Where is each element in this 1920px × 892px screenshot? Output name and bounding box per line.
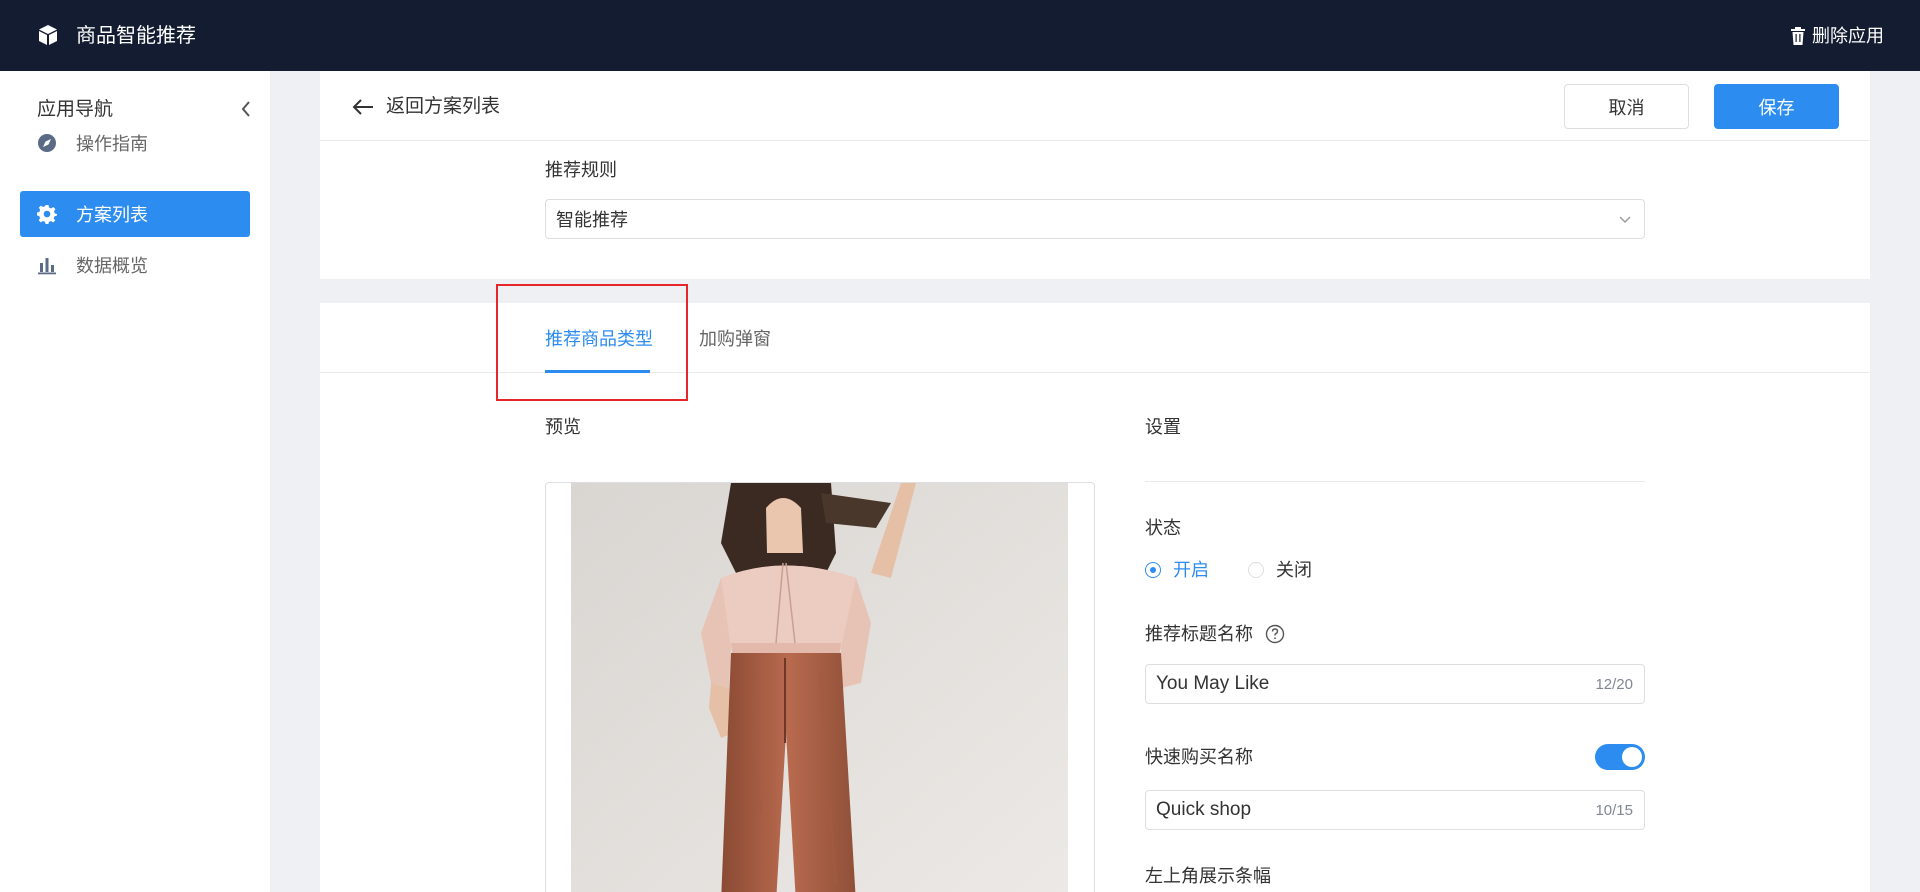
quick-buy-value: Quick shop xyxy=(1156,799,1252,820)
arrow-left-icon xyxy=(352,99,373,115)
radio-unchecked-icon xyxy=(1248,562,1264,578)
help-circle-icon[interactable] xyxy=(1265,624,1285,644)
recommend-rule-label: 推荐规则 xyxy=(545,160,617,180)
settings-label: 设置 xyxy=(1145,417,1181,437)
back-label: 返回方案列表 xyxy=(386,96,501,117)
header-card: 返回方案列表 取消 保存 推荐规则 智能推荐 xyxy=(320,71,1870,279)
sidebar-item-label: 操作指南 xyxy=(76,134,148,154)
state-off-radio[interactable]: 关闭 xyxy=(1248,557,1312,583)
delete-app-label: 删除应用 xyxy=(1812,26,1884,46)
cancel-button[interactable]: 取消 xyxy=(1564,84,1689,129)
radio-checked-icon xyxy=(1145,562,1161,578)
preview-frame xyxy=(545,482,1095,892)
back-to-plan-list-link[interactable]: 返回方案列表 xyxy=(352,93,500,121)
quick-buy-toggle[interactable] xyxy=(1595,744,1645,770)
delete-app-button[interactable]: 删除应用 xyxy=(1790,22,1884,50)
app-title: 商品智能推荐 xyxy=(76,25,196,47)
trash-icon xyxy=(1791,27,1805,45)
sidebar-item-guide[interactable]: 操作指南 xyxy=(20,120,250,166)
preview-label: 预览 xyxy=(545,417,581,437)
quick-buy-count: 10/15 xyxy=(1595,801,1633,819)
recommend-title-label-text: 推荐标题名称 xyxy=(1145,624,1253,644)
banner-label: 左上角展示条幅 xyxy=(1145,866,1271,886)
state-off-label: 关闭 xyxy=(1276,560,1312,580)
tab-add-to-cart-popup[interactable]: 加购弹窗 xyxy=(699,326,771,352)
recommend-rule-select[interactable]: 智能推荐 xyxy=(545,199,1645,239)
recommend-title-value: You May Like xyxy=(1156,673,1270,694)
quick-buy-label: 快速购买名称 xyxy=(1145,747,1253,767)
sidebar-item-data-overview[interactable]: 数据概览 xyxy=(20,242,250,288)
chevron-down-icon xyxy=(1619,216,1631,223)
save-button[interactable]: 保存 xyxy=(1714,84,1839,129)
header-divider xyxy=(320,140,1870,141)
state-on-radio[interactable]: 开启 xyxy=(1145,557,1209,583)
compass-icon xyxy=(37,133,57,153)
state-on-label: 开启 xyxy=(1173,560,1209,580)
recommend-title-count: 12/20 xyxy=(1595,675,1633,693)
top-bar: 商品智能推荐 删除应用 xyxy=(0,0,1920,71)
quick-buy-input[interactable]: Quick shop 10/15 xyxy=(1145,790,1645,830)
sidebar-item-plans[interactable]: 方案列表 xyxy=(20,191,250,237)
sidebar: 应用导航 操作指南 方案列表 数据概览 xyxy=(0,71,270,892)
settings-divider xyxy=(1145,481,1645,482)
sidebar-item-label: 方案列表 xyxy=(76,205,148,225)
recommend-rule-value: 智能推荐 xyxy=(556,210,628,230)
bar-chart-icon xyxy=(37,255,57,275)
product-photo xyxy=(571,483,1068,892)
box-icon xyxy=(39,25,57,45)
chevron-left-icon[interactable] xyxy=(238,99,254,119)
recommend-title-label: 推荐标题名称 xyxy=(1145,621,1285,647)
highlight-box xyxy=(496,284,688,401)
sidebar-item-label: 数据概览 xyxy=(76,256,148,276)
gear-icon xyxy=(37,204,57,224)
state-label: 状态 xyxy=(1145,518,1181,538)
recommend-title-input[interactable]: You May Like 12/20 xyxy=(1145,664,1645,704)
